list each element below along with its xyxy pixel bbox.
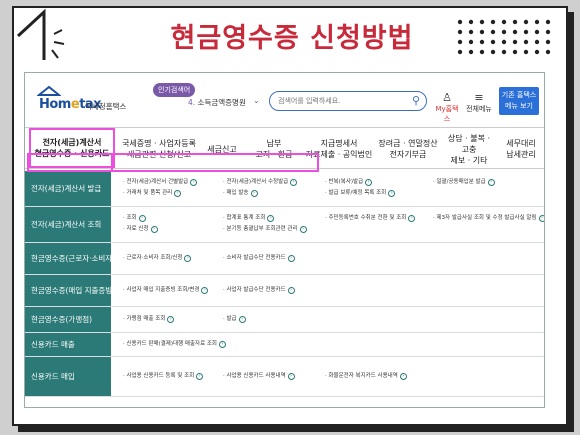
menu-link[interactable]: · 소비자 발급수단 전용카드 › xyxy=(223,254,295,263)
highlight-box-item xyxy=(111,153,319,172)
chevron-right-icon: › xyxy=(538,215,544,222)
hometax-screenshot: Hometax 국세청홈택스 인기검색어 4. 소득금액증명원 ⌄ ⚲ ♙My홈… xyxy=(24,72,545,408)
menu-row-heading[interactable]: 현금영수증(근로자·소비자) xyxy=(25,243,115,274)
tab-sublabel: 제보 · 기타 xyxy=(450,155,488,165)
menu-link[interactable]: · 화물운전자 복지카드 사용내역 › xyxy=(325,372,407,381)
chevron-right-icon: › xyxy=(201,286,209,294)
chevron-right-icon: › xyxy=(238,315,246,323)
menu-link[interactable]: · 자료 신청 › xyxy=(123,225,158,234)
my-hometax-button[interactable]: ♙ My홈택스 xyxy=(433,91,461,124)
menu-link[interactable]: · 사업자 발급수단 전용카드 › xyxy=(223,286,295,295)
chevron-right-icon: › xyxy=(184,254,192,262)
menu-link[interactable]: · 가맹점 매출 조회 › xyxy=(123,315,175,324)
menu-link[interactable]: · 사업용 신용카드 등록 및 조회 › xyxy=(123,372,204,381)
menu-link[interactable]: · 발급 › xyxy=(223,315,246,324)
menu-link[interactable]: · 일괄/공동매입분 발급 › xyxy=(433,178,495,187)
chevron-right-icon: › xyxy=(287,254,295,262)
tab-6[interactable]: 상담 · 불복 · 고충 제보 · 기타 xyxy=(443,133,495,165)
search-input[interactable] xyxy=(278,95,408,107)
tab-5[interactable]: 장려금 · 연말정산전자기부금 xyxy=(377,134,439,164)
menu-link[interactable]: · 사업자 매입 지출증빙 조회/변경 › xyxy=(123,286,209,295)
menu-icon: ≡ xyxy=(474,91,484,104)
menu-row: 현금영수증(매입 지출증빙) · 사업자 매입 지출증빙 조회/변경 › · 사업자 … xyxy=(25,275,544,307)
user-icon: ♙ xyxy=(442,91,452,104)
top-bar: Hometax 국세청홈택스 인기검색어 4. 소득금액증명원 ⌄ ⚲ ♙My홈… xyxy=(25,73,544,123)
menu-link[interactable]: · 사업용 신용카드 사용내역 › xyxy=(223,372,295,381)
tab-label: 지급명세서 xyxy=(320,139,358,148)
menu-link[interactable]: · 제3자 발급사실 조회 및 수정 발급사실 알림 › xyxy=(433,214,544,223)
menu-row: 전자(세금)계산서 발급 · 전자(세금)계산서 건별발급 › · 전자(세금)계산서… xyxy=(25,171,544,207)
chevron-right-icon: › xyxy=(290,179,298,186)
chevron-right-icon: › xyxy=(388,190,396,197)
menu-row-heading[interactable]: 전자(세금)계산서 발급 xyxy=(25,171,111,206)
agency-name: 국세청홈택스 xyxy=(85,102,127,111)
menu-row-heading[interactable]: 신용카드 매입 xyxy=(25,357,111,396)
menu-link[interactable]: · 분기등 총괄납부 조회관련 관리 › xyxy=(223,225,307,234)
tab-label: 상담 · 불복 · 고충 xyxy=(447,133,491,154)
tab-sublabel: 전자기부금 xyxy=(389,150,427,159)
chevron-down-icon[interactable]: ⌄ xyxy=(253,96,260,105)
tab-label: 전자(세금)계산서 xyxy=(42,138,102,147)
popular-search-badge: 인기검색어 xyxy=(153,83,196,97)
tab-label: 국세증명 · 사업자등록 xyxy=(122,139,196,148)
all-menu-button[interactable]: ≡ 전체메뉴 xyxy=(465,91,493,114)
submenu-panel: 전자(세금)계산서 발급 · 전자(세금)계산서 건별발급 › · 전자(세금)계산서… xyxy=(25,171,544,407)
menu-link[interactable]: · 매입 발송 › xyxy=(223,189,258,198)
chevron-right-icon: › xyxy=(399,372,407,380)
search-box[interactable]: ⚲ xyxy=(269,91,427,111)
tab-7[interactable]: 세무대리납세관리 xyxy=(499,134,543,164)
menu-row-heading[interactable]: 현금영수증(매입 지출증빙) xyxy=(25,275,115,306)
chevron-right-icon: › xyxy=(250,190,258,197)
chevron-right-icon: › xyxy=(219,340,226,348)
chevron-right-icon: › xyxy=(287,372,295,380)
popular-search-item[interactable]: 4. 소득금액증명원 xyxy=(188,97,246,108)
chevron-right-icon: › xyxy=(190,179,198,186)
page-title: 현금영수증 신청방법 xyxy=(170,23,414,54)
basic-menu-button[interactable]: 기존 홈택스 메뉴 보기 xyxy=(499,87,539,115)
menu-link[interactable]: · 근로자·소비자 조회/신청 › xyxy=(123,254,192,263)
slide-card: 현금영수증 신청방법 Hometax 국세청홈택스 인기검색어 4. 소득금액증… xyxy=(12,6,568,426)
menu-link[interactable]: · 전자(세금)계산서 건별발급 › xyxy=(123,178,198,187)
menu-row: 현금영수증(근로자·소비자) · 근로자·소비자 조회/신청 › · 소비자 발급수단… xyxy=(25,243,544,275)
menu-row: 전자(세금)계산서 조회 · 조회 › · 합계표 통계 조회 › · 주민등록번호 수취… xyxy=(25,207,544,243)
menu-row: 신용카드 매출 · 신용카드 판매(결제)대행 매출자료 조회 › xyxy=(25,333,544,357)
chevron-right-icon: › xyxy=(174,190,182,197)
menu-link[interactable]: · 반복(복사)발급 › xyxy=(325,178,373,187)
chevron-right-icon: › xyxy=(138,215,146,222)
chevron-right-icon: › xyxy=(487,179,495,186)
chevron-right-icon: › xyxy=(287,286,295,294)
tab-label: 세무대리 xyxy=(506,139,536,148)
menu-row-heading[interactable]: 전자(세금)계산서 조회 xyxy=(25,207,111,242)
menu-row-heading[interactable]: 신용카드 매출 xyxy=(25,333,111,356)
chevron-right-icon: › xyxy=(167,315,175,323)
menu-row: 신용카드 매입 · 사업용 신용카드 등록 및 조회 › · 사업용 신용카드 사용내… xyxy=(25,357,544,397)
chevron-right-icon: › xyxy=(408,215,416,222)
chevron-right-icon: › xyxy=(150,226,158,233)
menu-link[interactable]: · 주민등록번호 수취분 전환 및 조회 › xyxy=(325,214,416,223)
menu-row: 현금영수증(가맹점) · 가맹점 매출 조회 › · 발급 › xyxy=(25,307,544,333)
chevron-right-icon: › xyxy=(299,226,307,233)
search-icon[interactable]: ⚲ xyxy=(412,94,420,107)
chevron-right-icon: › xyxy=(196,372,204,380)
menu-link[interactable]: · 조회 › xyxy=(123,214,146,223)
chevron-right-icon: › xyxy=(365,179,373,186)
menu-link[interactable]: · 합계표 통계 조회 › xyxy=(223,214,275,223)
menu-link[interactable]: · 거래처 및 품목 관리 › xyxy=(123,189,182,198)
menu-link[interactable]: · 발급 보류/예정 목록 조회 › xyxy=(325,189,396,198)
chevron-right-icon: › xyxy=(267,215,275,222)
menu-row-heading[interactable]: 현금영수증(가맹점) xyxy=(25,307,111,332)
tab-label: 장려금 · 연말정산 xyxy=(378,139,438,148)
hometax-logo[interactable]: Hometax 국세청홈택스 xyxy=(37,85,126,112)
menu-link[interactable]: · 전자(세금)계산서 수정발급 › xyxy=(223,178,298,187)
menu-link[interactable]: · 신용카드 판매(결제)대행 매출자료 조회 › xyxy=(123,340,226,349)
highlight-box-category xyxy=(27,153,113,172)
tab-sublabel: 납세관리 xyxy=(506,150,536,159)
tab-label: 납부 xyxy=(266,139,282,148)
